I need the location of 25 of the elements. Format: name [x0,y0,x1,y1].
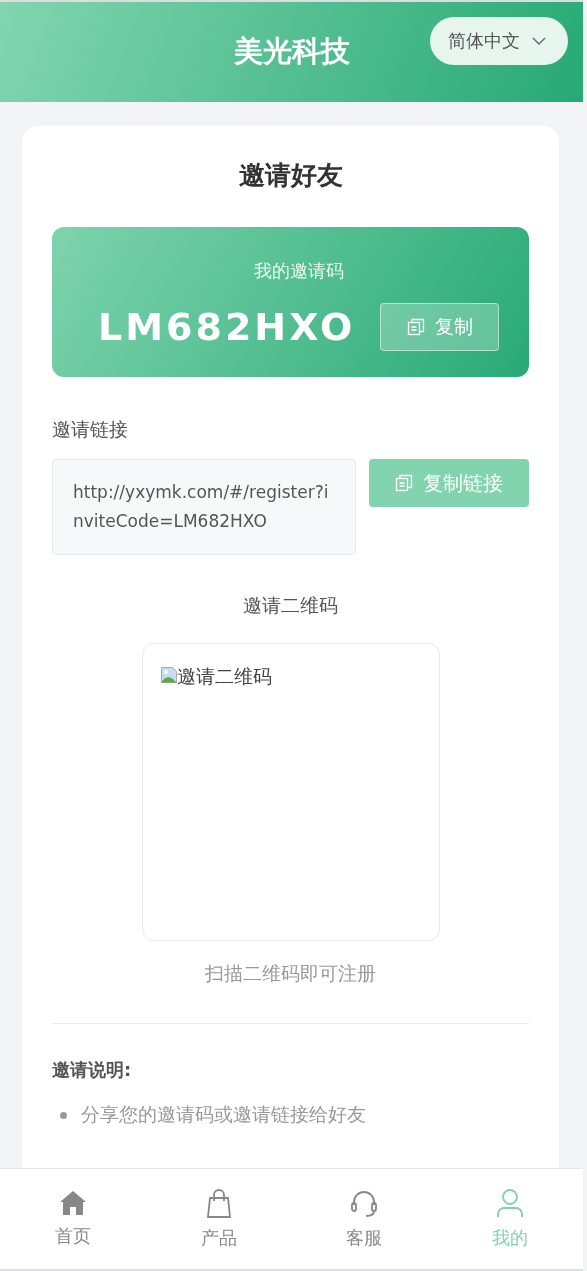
instructions-title: 邀请说明: [52,1058,133,1082]
copy-icon [406,318,425,336]
page-title: 邀请好友 [237,159,344,192]
app-title: 美光科技 [233,33,350,70]
broken-image-icon [160,667,177,683]
invite-code-label: 我的邀请码 [252,259,345,283]
qr-caption: 扫描二维码即可注册 [204,961,377,986]
shopping-bag-icon [204,1188,233,1218]
invite-code: LM682HXO [98,305,356,349]
nav-tab[interactable]: 首页 [17,1169,128,1269]
image-alt-text: 邀请二维码 [176,664,272,689]
headset-icon [349,1188,380,1218]
copy-icon [395,474,413,492]
bullet-icon [60,1111,67,1119]
qr-code-label: 邀请二维码 [242,593,339,618]
home-icon [58,1190,87,1216]
language-selector[interactable]: 简体中文 [430,17,568,65]
invite-link-label: 邀请链接 [52,417,129,442]
copy-button[interactable]: 复制 [380,303,499,351]
person-icon [496,1188,525,1218]
instruction-text: 分享您的邀请码或邀请链接给好友 [81,1102,366,1127]
chevron-down-icon [532,37,546,45]
nav-tab[interactable]: 产品 [163,1169,274,1269]
invite-link-field[interactable]: http://yxymk.com/#/register?inviteCode=LM682HXO [52,459,356,555]
nav-tab[interactable]: 客服 [309,1169,420,1269]
